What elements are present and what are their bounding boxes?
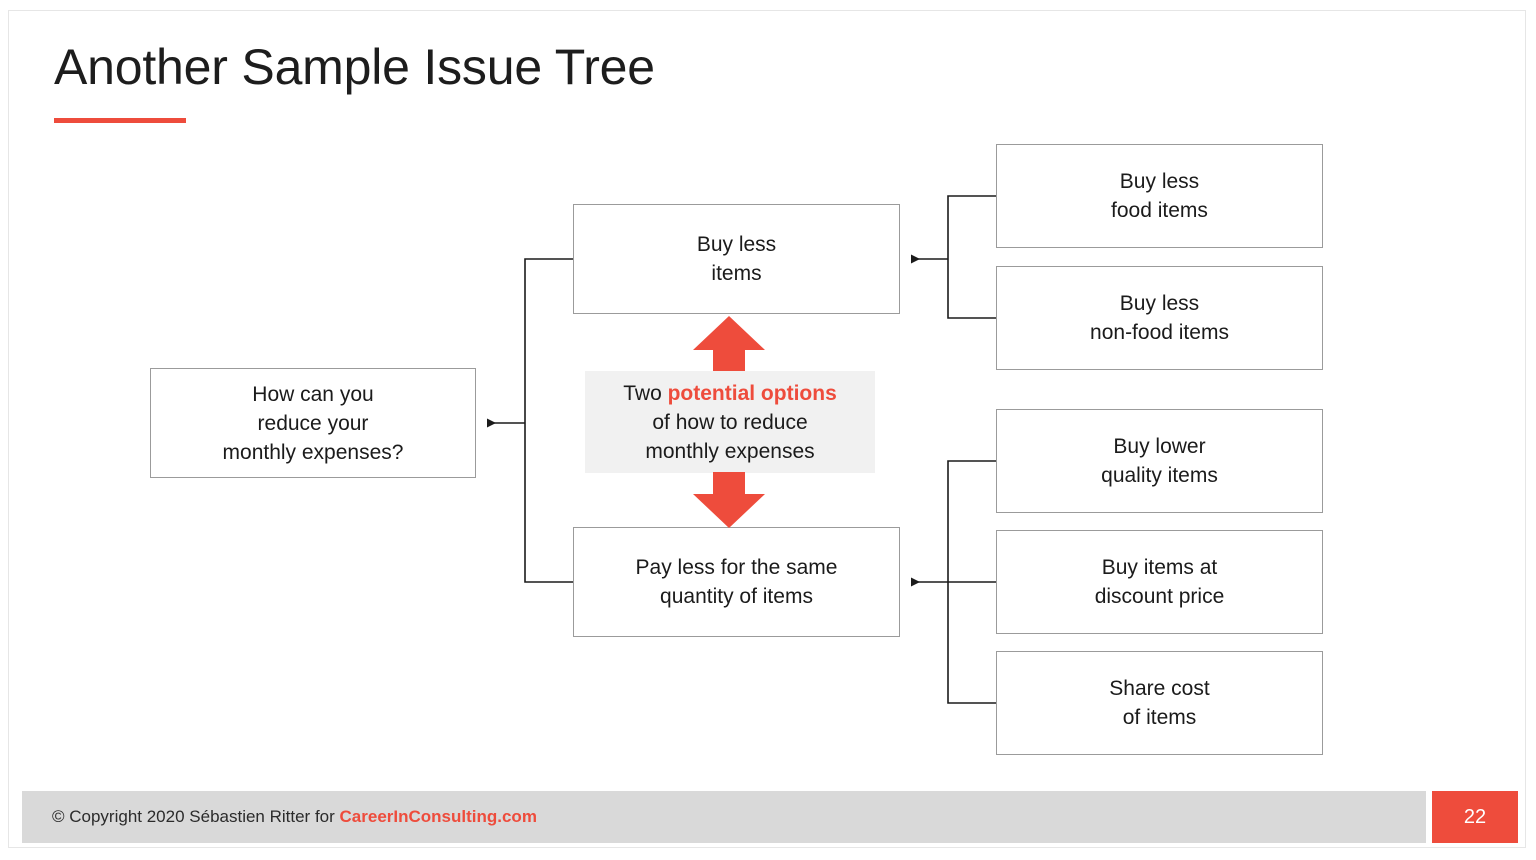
- node-leaf-1-1-line2: food items: [1111, 199, 1208, 222]
- node-leaf-1-2-line1: Buy less: [1119, 292, 1200, 315]
- footer-copyright: © Copyright 2020 Sébastien Ritter for Ca…: [52, 807, 537, 827]
- node-leaf-2-1-line2: quality items: [1101, 464, 1218, 487]
- node-leaf-2-3-line1: Share cost: [1109, 677, 1210, 700]
- node-leaf-buy-less-food[interactable]: Buy less food items: [996, 144, 1323, 248]
- node-root-question[interactable]: How can you reduce your monthly expenses…: [150, 368, 476, 478]
- slide: Another Sample Issue Tree How can you re…: [0, 0, 1536, 860]
- callout-line2: of how to reduce: [652, 410, 808, 434]
- node-leaf-buy-less-non-food[interactable]: Buy less non-food items: [996, 266, 1323, 370]
- footer-bar: © Copyright 2020 Sébastien Ritter for Ca…: [22, 791, 1426, 843]
- node-leaf-2-3-line2: of items: [1122, 706, 1197, 729]
- callout-two-potential-options: Two potential options of how to reduce m…: [585, 371, 875, 473]
- node-branch-1-line1: Buy less: [696, 233, 777, 256]
- node-branch-2-line2: quantity of items: [660, 585, 813, 608]
- arrow-up-icon: [693, 316, 765, 372]
- node-branch-2-line1: Pay less for the same: [635, 556, 838, 579]
- arrow-down-icon: [693, 472, 765, 528]
- page-title: Another Sample Issue Tree: [54, 39, 655, 95]
- node-leaf-2-2-line2: discount price: [1094, 585, 1225, 608]
- title-accent-bar: [54, 118, 186, 123]
- node-leaf-1-2-line2: non-food items: [1090, 321, 1229, 344]
- node-leaf-discount-price[interactable]: Buy items at discount price: [996, 530, 1323, 634]
- node-branch-1-line2: items: [711, 262, 762, 285]
- node-branch-pay-less[interactable]: Pay less for the same quantity of items: [573, 527, 900, 637]
- page-number-badge: 22: [1432, 791, 1518, 843]
- node-leaf-share-cost[interactable]: Share cost of items: [996, 651, 1323, 755]
- node-root-line2: reduce your: [257, 411, 369, 435]
- footer-brand-link[interactable]: CareerInConsulting.com: [340, 807, 537, 826]
- callout-line3: monthly expenses: [645, 439, 815, 463]
- callout-highlight: potential options: [667, 381, 837, 405]
- node-leaf-2-2-line1: Buy items at: [1101, 556, 1218, 579]
- node-root-line1: How can you: [252, 382, 374, 406]
- callout-pre: Two: [623, 381, 668, 405]
- node-leaf-1-1-line1: Buy less: [1119, 170, 1200, 193]
- node-root-line3: monthly expenses?: [222, 440, 404, 464]
- node-leaf-lower-quality[interactable]: Buy lower quality items: [996, 409, 1323, 513]
- node-branch-buy-less-items[interactable]: Buy less items: [573, 204, 900, 314]
- node-leaf-2-1-line1: Buy lower: [1113, 435, 1206, 458]
- footer-copyright-text: © Copyright 2020 Sébastien Ritter for: [52, 807, 340, 826]
